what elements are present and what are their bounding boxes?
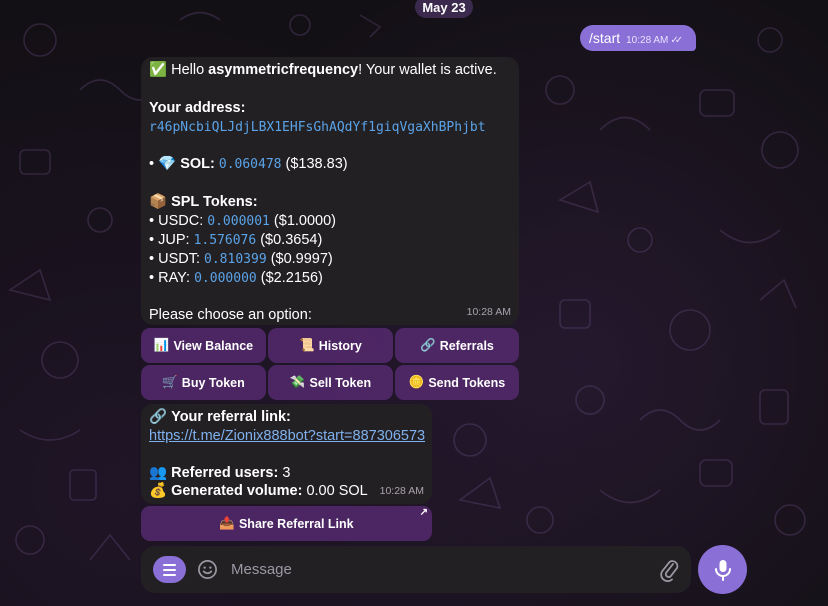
token-label: • USDT: — [149, 250, 200, 267]
emoji-icon[interactable] — [197, 559, 218, 580]
sol-usd: ($138.83) — [285, 156, 348, 172]
outgoing-text: /start — [589, 30, 621, 46]
wallet-address[interactable]: r46pNcbiQLJdjLBX1EHFsGhAQdYf1giqVgaXhBPh… — [149, 120, 486, 135]
users-icon: 👥 — [149, 464, 168, 481]
share-referral-label: Share Referral Link — [238, 516, 354, 531]
external-link-icon: ↗ — [419, 507, 428, 518]
sell-token-button[interactable]: 💸 Sell Token — [268, 365, 393, 400]
send-tokens-button[interactable]: 🪙 Send Tokens — [395, 365, 519, 400]
referral-message-time: 10:28 AM — [379, 485, 424, 497]
cart-icon: 🛒 — [162, 375, 178, 389]
sell-token-label: Sell Token — [309, 375, 372, 390]
token-amount[interactable]: 0.000000 — [194, 271, 257, 286]
referred-users-label: Referred users: — [171, 464, 279, 481]
token-usd: ($2.2156) — [260, 269, 323, 286]
date-label: May 23 — [422, 0, 466, 15]
token-amount[interactable]: 0.000001 — [207, 214, 270, 229]
username: asymmetricfrequency — [208, 62, 359, 78]
token-row: • USDT: 0.810399 ($0.9997) — [149, 250, 511, 269]
message-composer — [141, 546, 691, 593]
referral-message[interactable]: 🔗 Your referral link: https://t.me/Zioni… — [141, 404, 432, 504]
buy-token-label: Buy Token — [181, 375, 245, 390]
greeting-prefix: Hello — [171, 62, 209, 78]
token-label: • USDC: — [149, 212, 204, 229]
scroll-icon: 📜 — [299, 338, 315, 352]
microphone-button[interactable] — [698, 545, 747, 594]
message-input[interactable] — [231, 546, 631, 593]
token-label: • RAY: — [149, 269, 191, 286]
generated-volume-value: 0.00 SOL — [306, 483, 368, 499]
token-row: • USDC: 0.000001 ($1.0000) — [149, 212, 511, 231]
check-icon: ✅ — [149, 62, 168, 78]
paperclip-icon[interactable] — [658, 558, 680, 582]
token-row: • RAY: 0.000000 ($2.2156) — [149, 269, 511, 288]
referral-link[interactable]: https://t.me/Zionix888bot?start=88730657… — [149, 428, 425, 444]
read-receipt-icon: ✓✓ — [670, 34, 683, 46]
token-usd: ($1.0000) — [273, 212, 336, 229]
package-icon: 📦 — [149, 193, 168, 210]
buy-token-button[interactable]: 🛒 Buy Token — [141, 365, 266, 400]
token-usd: ($0.3654) — [260, 231, 323, 248]
bot-wallet-message[interactable]: ✅ Hello asymmetricfrequency! Your wallet… — [141, 57, 519, 325]
prompt-text: Please choose an option: — [149, 307, 312, 323]
referred-users-count: 3 — [282, 464, 291, 481]
money-bag-icon: 💰 — [149, 483, 168, 499]
outgoing-message[interactable]: /start 10:28 AM ✓✓ — [580, 25, 696, 51]
microphone-icon — [714, 559, 731, 581]
address-label: Your address: — [149, 99, 246, 116]
outgoing-time: 10:28 AM — [626, 34, 669, 46]
token-amount[interactable]: 1.576076 — [194, 233, 257, 248]
link-icon: 🔗 — [149, 409, 168, 425]
history-label: History — [318, 338, 362, 353]
diamond-icon: 💎 — [158, 156, 177, 172]
history-button[interactable]: 📜 History — [268, 328, 393, 363]
view-balance-label: View Balance — [173, 338, 254, 353]
token-label: • JUP: — [149, 231, 190, 248]
referrals-button[interactable]: 🔗 Referrals — [395, 328, 519, 363]
date-separator: May 23 — [415, 0, 473, 18]
token-amount[interactable]: 0.810399 — [204, 252, 267, 267]
bot-message-time: 10:28 AM — [466, 306, 511, 318]
money-wings-icon: 💸 — [289, 375, 306, 389]
greeting-line: ✅ Hello asymmetricfrequency! Your wallet… — [149, 61, 511, 80]
send-tokens-label: Send Tokens — [428, 375, 506, 390]
referral-link-label: Your referral link: — [171, 409, 291, 425]
coin-icon: 🪙 — [408, 375, 425, 389]
referrals-label: Referrals — [439, 338, 494, 353]
token-row: • JUP: 1.576076 ($0.3654) — [149, 231, 511, 250]
link-icon: 🔗 — [420, 338, 436, 352]
greeting-suffix: ! Your wallet is active. — [358, 62, 497, 78]
sol-label: SOL: — [180, 156, 215, 172]
sol-amount[interactable]: 0.060478 — [219, 157, 282, 172]
outbox-icon: 📤 — [219, 516, 235, 530]
token-usd: ($0.9997) — [270, 250, 333, 267]
spl-tokens-label: SPL Tokens: — [171, 193, 258, 210]
chart-icon: 📊 — [153, 338, 170, 352]
sol-balance-line: • 💎 SOL: 0.060478 ($138.83) — [149, 155, 511, 174]
bot-menu-button[interactable] — [153, 556, 186, 583]
share-referral-link-button[interactable]: 📤 Share Referral Link ↗ — [141, 506, 432, 541]
view-balance-button[interactable]: 📊 View Balance — [141, 328, 266, 363]
sol-bullet: • — [149, 156, 155, 172]
generated-volume-label: Generated volume: — [171, 483, 303, 499]
